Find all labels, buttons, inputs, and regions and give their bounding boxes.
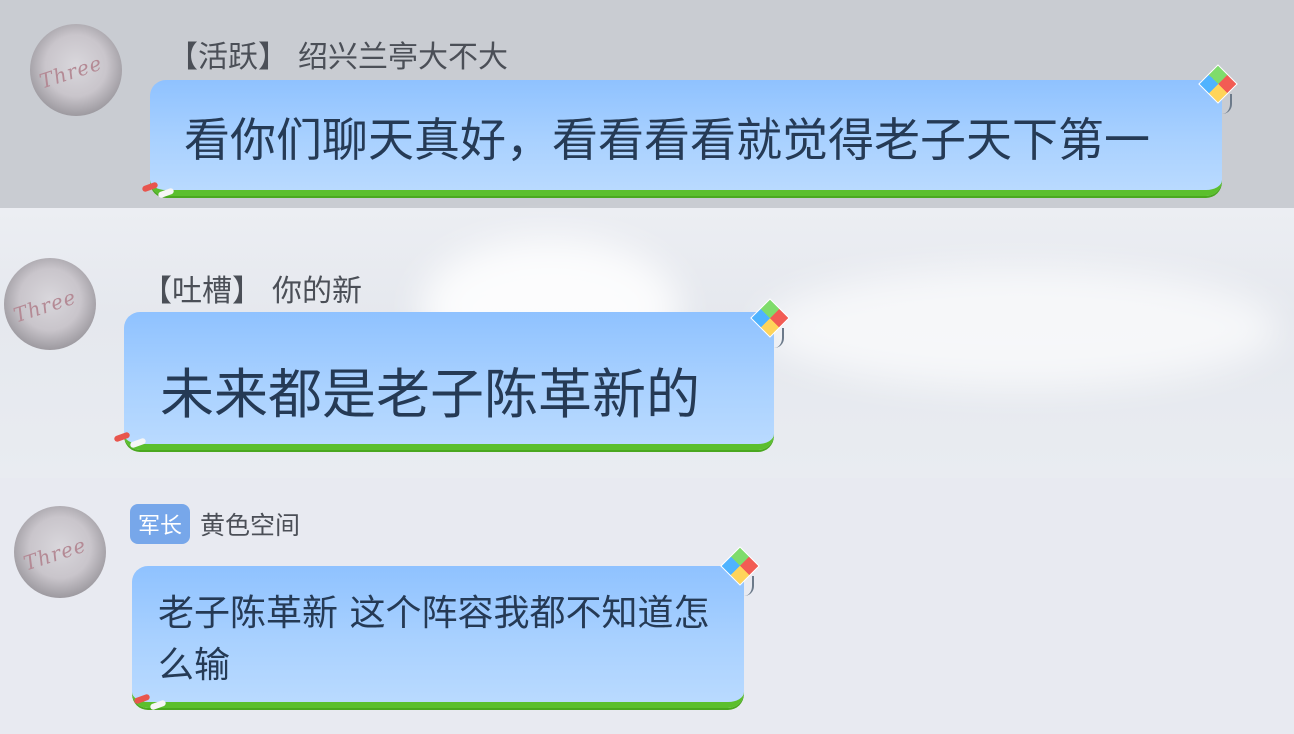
message-text: 看你们聊天真好，看看看看就觉得老子天下第一: [184, 113, 1150, 167]
kite-icon: [1198, 64, 1238, 114]
avatar[interactable]: Three: [30, 24, 122, 116]
background-cloud: [760, 268, 1280, 388]
message-bubble[interactable]: 老子陈革新 这个阵容我都不知道怎么输: [132, 566, 744, 708]
message-header: 军长 黄色空间: [130, 504, 300, 544]
message-bubble[interactable]: 看你们聊天真好，看看看看就觉得老子天下第一: [150, 80, 1222, 196]
tail-decoration-icon: [138, 178, 198, 199]
message-text: 未来都是老子陈革新的: [160, 363, 700, 426]
tail-decoration-icon: [130, 690, 190, 711]
message-header: 【活跃】 绍兴兰亭大不大: [168, 32, 508, 76]
kite-icon: [720, 546, 760, 596]
member-title-badge: 【活跃】: [168, 40, 288, 75]
sender-name[interactable]: 黄色空间: [200, 506, 300, 542]
member-title-badge: 【吐槽】: [142, 274, 262, 309]
avatar-watermark: Three: [36, 50, 106, 94]
avatar[interactable]: Three: [14, 506, 106, 598]
message-bubble[interactable]: 未来都是老子陈革新的: [124, 312, 774, 450]
avatar-watermark: Three: [10, 284, 80, 328]
member-title-badge: 军长: [130, 504, 191, 544]
sender-name[interactable]: 你的新: [272, 266, 362, 310]
avatar[interactable]: Three: [4, 258, 96, 350]
avatar-watermark: Three: [20, 532, 90, 576]
sender-name[interactable]: 绍兴兰亭大不大: [298, 32, 508, 76]
message-text: 老子陈革新 这个阵容我都不知道怎么输: [158, 593, 710, 686]
message-header: 【吐槽】 你的新: [142, 266, 362, 310]
tail-decoration-icon: [110, 428, 170, 449]
kite-icon: [750, 298, 790, 348]
